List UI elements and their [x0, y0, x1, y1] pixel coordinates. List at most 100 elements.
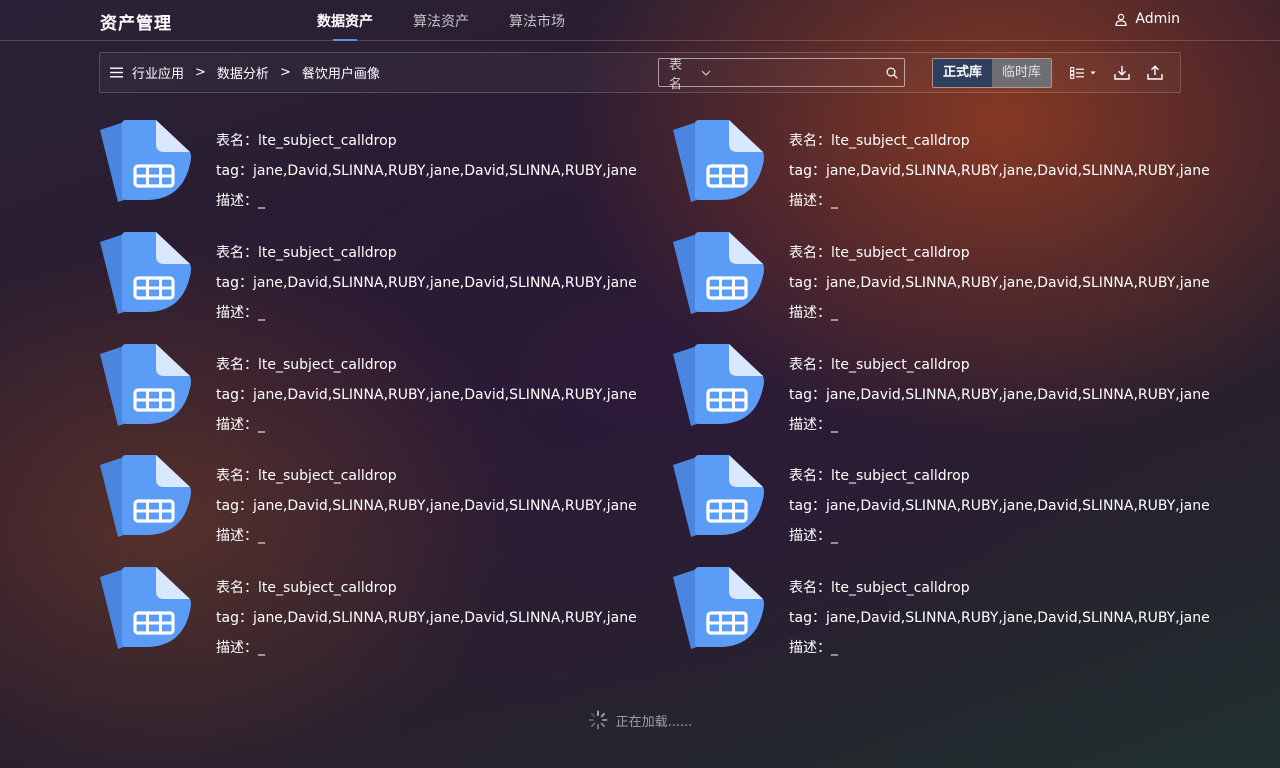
asset-name-line: 表名：lte_subject_calldrop: [789, 350, 1210, 380]
asset-name-line: 表名：lte_subject_calldrop: [789, 573, 1210, 603]
asset-desc-line: 描述：_: [216, 298, 637, 328]
table-file-icon: [100, 567, 191, 650]
asset-name-label: 表名：: [216, 133, 258, 149]
asset-desc-label: 描述：: [789, 528, 831, 545]
search-field-label: 表名: [669, 57, 683, 92]
asset-tag-line: tag：jane,David,SLINNA,RUBY,jane,David,SL…: [789, 268, 1210, 298]
breadcrumb-item-analysis[interactable]: 数据分析: [217, 63, 269, 82]
asset-info: 表名：lte_subject_calldrop tag：jane,David,S…: [789, 238, 1210, 328]
asset-tags: jane,David,SLINNA,RUBY,jane,David,SLINNA…: [252, 163, 637, 179]
search-icon: [886, 66, 899, 79]
asset-name-label: 表名：: [789, 580, 831, 597]
asset-tag-line: tag：jane,David,SLINNA,RUBY,jane,David,SL…: [216, 491, 637, 521]
search-button[interactable]: [881, 66, 904, 79]
table-file-icon: [673, 231, 764, 314]
asset-desc-label: 描述：: [216, 416, 258, 433]
breadcrumb: 行业应用 > 数据分析 > 餐饮用户画像: [132, 53, 380, 92]
asset-desc-label: 描述：: [216, 304, 258, 321]
asset-info: 表名：lte_subject_calldrop tag：jane,David,S…: [216, 573, 637, 663]
asset-tag-label: tag：: [216, 498, 253, 515]
user-icon: [1115, 13, 1127, 26]
menu-icon[interactable]: [110, 67, 123, 78]
asset-info: 表名：lte_subject_calldrop tag：jane,David,S…: [789, 126, 1210, 216]
view-toggle-button[interactable]: [1070, 66, 1097, 79]
asset-name-label: 表名：: [216, 580, 258, 597]
asset-tags: jane,David,SLINNA,RUBY,jane,David,SLINNA…: [825, 163, 1210, 179]
download-icon: [1114, 66, 1130, 80]
asset-tags: jane,David,SLINNA,RUBY,jane,David,SLINNA…: [252, 274, 637, 291]
user-menu[interactable]: Admin: [1115, 11, 1180, 27]
asset-desc: _: [831, 193, 838, 209]
asset-desc: _: [258, 304, 265, 321]
search-field-select[interactable]: 表名: [659, 54, 711, 92]
asset-card[interactable]: 表名：lte_subject_calldrop tag：jane,David,S…: [673, 231, 1210, 344]
formal-library-button[interactable]: 正式库: [933, 59, 992, 87]
asset-tags: jane,David,SLINNA,RUBY,jane,David,SLINNA…: [825, 274, 1210, 291]
asset-desc-line: 描述：_: [789, 410, 1210, 440]
asset-name-line: 表名：lte_subject_calldrop: [216, 573, 637, 603]
search-input[interactable]: [710, 59, 881, 86]
breadcrumb-item-industry[interactable]: 行业应用: [132, 63, 184, 82]
asset-card[interactable]: 表名：lte_subject_calldrop tag：jane,David,S…: [100, 231, 673, 344]
asset-tags: jane,David,SLINNA,RUBY,jane,David,SLINNA…: [252, 498, 637, 515]
asset-info: 表名：lte_subject_calldrop tag：jane,David,S…: [216, 350, 637, 440]
asset-card[interactable]: 表名：lte_subject_calldrop tag：jane,David,S…: [673, 455, 1210, 567]
asset-card[interactable]: 表名：lte_subject_calldrop tag：jane,David,S…: [100, 120, 673, 232]
asset-name: lte_subject_calldrop: [258, 356, 397, 373]
caret-down-icon: [1090, 71, 1096, 74]
tab-algorithm-market[interactable]: 算法市场: [509, 0, 565, 41]
asset-card[interactable]: 表名：lte_subject_calldrop tag：jane,David,S…: [673, 567, 1210, 679]
asset-info: 表名：lte_subject_calldrop tag：jane,David,S…: [789, 573, 1210, 663]
loading-indicator: 正在加载......: [0, 710, 1280, 730]
asset-desc: _: [831, 640, 838, 657]
asset-desc-label: 描述：: [216, 640, 258, 657]
toolbar: 行业应用 > 数据分析 > 餐饮用户画像 表名 正式库 临时库: [99, 52, 1181, 93]
asset-desc: _: [258, 640, 265, 657]
asset-name-label: 表名：: [789, 356, 831, 373]
asset-desc: _: [831, 304, 838, 321]
asset-card[interactable]: 表名：lte_subject_calldrop tag：jane,David,S…: [673, 343, 1210, 456]
asset-card[interactable]: 表名：lte_subject_calldrop tag：jane,David,S…: [100, 455, 673, 567]
asset-name-label: 表名：: [216, 244, 258, 261]
asset-name-line: 表名：lte_subject_calldrop: [216, 461, 637, 491]
breadcrumb-item-current: 餐饮用户画像: [301, 67, 380, 82]
asset-name-line: 表名：lte_subject_calldrop: [789, 461, 1210, 491]
asset-tag-label: tag：: [789, 274, 826, 291]
table-file-icon: [100, 343, 191, 426]
asset-name-line: 表名：lte_subject_calldrop: [216, 126, 637, 156]
table-file-icon: [673, 567, 764, 650]
asset-desc: _: [831, 528, 838, 545]
table-file-icon: [100, 455, 191, 538]
asset-desc-label: 描述：: [789, 193, 831, 209]
asset-tag-line: tag：jane,David,SLINNA,RUBY,jane,David,SL…: [216, 380, 637, 410]
asset-card[interactable]: 表名：lte_subject_calldrop tag：jane,David,S…: [100, 343, 673, 456]
asset-name: lte_subject_calldrop: [258, 133, 397, 149]
asset-card[interactable]: 表名：lte_subject_calldrop tag：jane,David,S…: [100, 567, 673, 679]
list-view-icon: [1070, 66, 1084, 79]
asset-card[interactable]: 表名：lte_subject_calldrop tag：jane,David,S…: [673, 120, 1210, 232]
tab-algorithm-assets[interactable]: 算法资产: [413, 0, 469, 41]
asset-name: lte_subject_calldrop: [258, 468, 397, 485]
loading-text: 正在加载......: [615, 714, 693, 730]
user-name: Admin: [1135, 11, 1180, 27]
asset-tag-label: tag：: [789, 610, 826, 627]
temp-library-button[interactable]: 临时库: [992, 59, 1051, 87]
table-file-icon: [673, 343, 764, 426]
asset-desc: _: [258, 193, 265, 209]
upload-icon: [1147, 65, 1163, 80]
asset-name-line: 表名：lte_subject_calldrop: [789, 126, 1210, 156]
asset-desc-line: 描述：_: [789, 633, 1210, 663]
tab-data-assets[interactable]: 数据资产: [317, 0, 373, 41]
asset-name-label: 表名：: [216, 356, 258, 373]
asset-tag-line: tag：jane,David,SLINNA,RUBY,jane,David,SL…: [216, 268, 637, 298]
upload-button[interactable]: [1147, 65, 1163, 80]
asset-tag-label: tag：: [216, 274, 253, 291]
asset-name: lte_subject_calldrop: [831, 244, 970, 261]
asset-name: lte_subject_calldrop: [831, 580, 970, 597]
table-file-icon: [673, 120, 764, 202]
asset-name-label: 表名：: [789, 244, 831, 261]
asset-tags: jane,David,SLINNA,RUBY,jane,David,SLINNA…: [825, 386, 1210, 403]
asset-name: lte_subject_calldrop: [258, 580, 397, 597]
download-button[interactable]: [1114, 65, 1130, 80]
asset-desc-line: 描述：_: [216, 633, 637, 663]
